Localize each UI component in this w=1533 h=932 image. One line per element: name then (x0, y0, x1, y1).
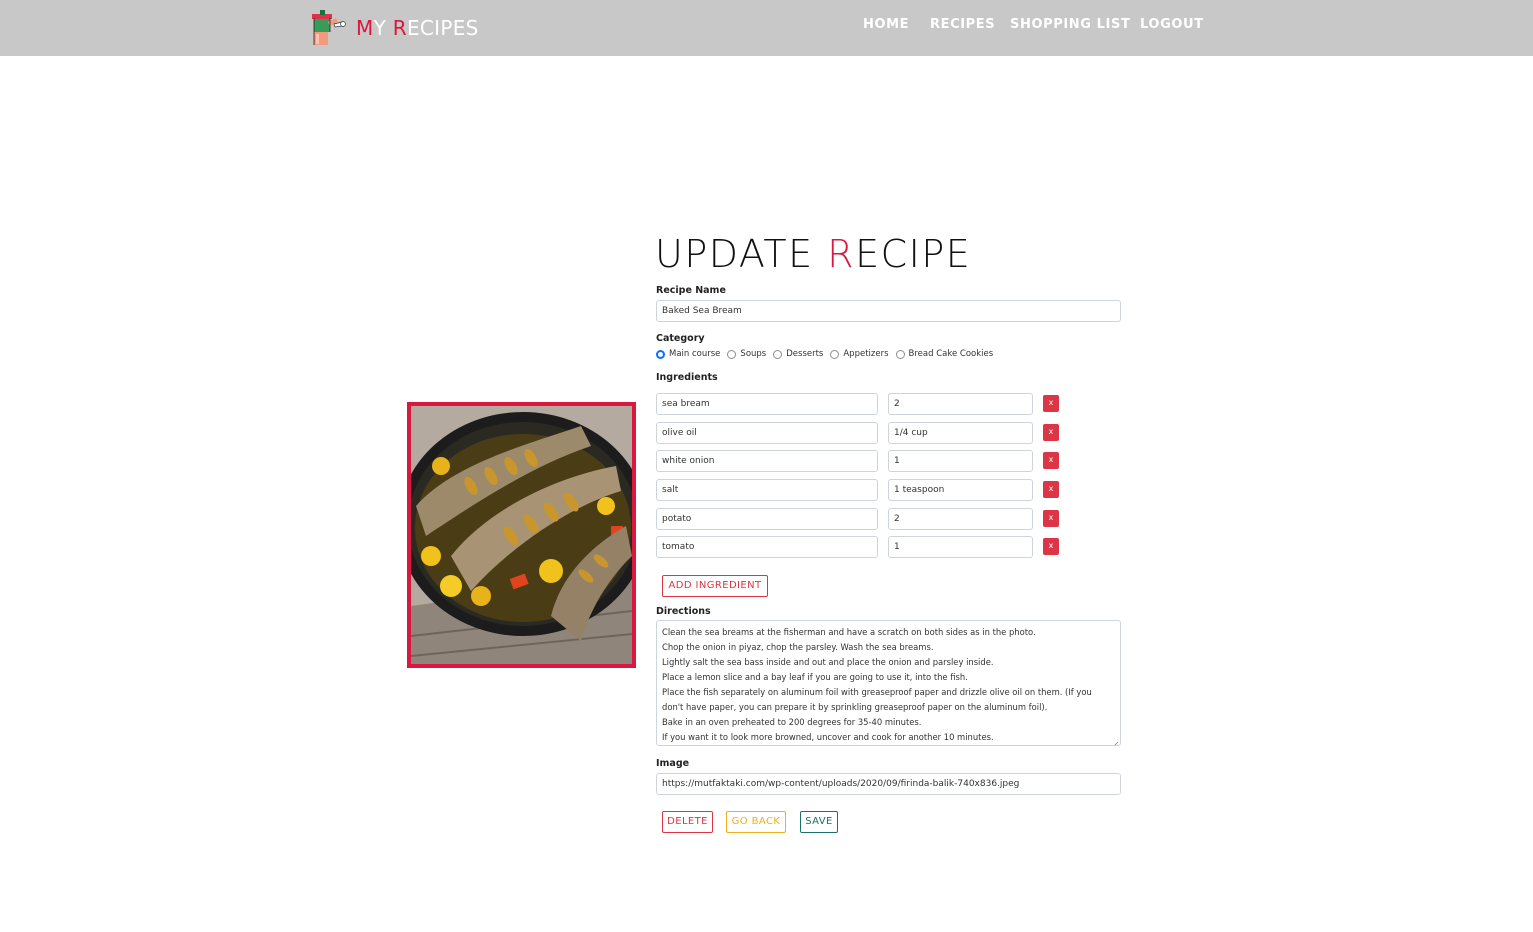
category-label: Category (656, 333, 705, 344)
recipe-name-label: Recipe Name (656, 285, 726, 296)
category-appetizers[interactable]: Appetizers (830, 349, 889, 359)
category-option-label: Desserts (786, 349, 824, 359)
directions-line: If you want it to look more browned, unc… (662, 732, 994, 742)
ingredient-amount-input[interactable]: 1 (888, 536, 1033, 558)
directions-label: Directions (656, 606, 711, 617)
nav-home[interactable]: HOME (863, 17, 909, 32)
directions-line: Place a lemon slice and a bay leaf if yo… (662, 672, 968, 682)
save-button[interactable]: SAVE (800, 811, 838, 833)
ingredients-label: Ingredients (656, 372, 718, 383)
page-title: UPDATE RECIPE (655, 232, 971, 276)
category-soups[interactable]: Soups (727, 349, 766, 359)
ingredient-name-input[interactable]: white onion (656, 450, 878, 472)
directions-line: Chop the onion in piyaz, chop the parsle… (662, 642, 934, 652)
radio-checked-icon[interactable] (656, 349, 665, 359)
radio-unchecked-icon[interactable] (727, 349, 737, 359)
remove-ingredient-button[interactable]: x (1043, 510, 1059, 527)
title-start: UPDATE (655, 232, 828, 276)
add-ingredient-button[interactable]: ADD INGREDIENT (662, 575, 768, 597)
category-desserts[interactable]: Desserts (773, 349, 823, 359)
recipe-image (407, 402, 636, 668)
nav-recipes[interactable]: RECIPES (930, 17, 995, 32)
recipe-name-input[interactable]: Baked Sea Bream (656, 300, 1121, 322)
category-main-course[interactable]: Main course (656, 349, 720, 359)
directions-line: don't have paper, you can prepare it by … (662, 702, 1048, 712)
nav-links: HOME RECIPES SHOPPING LIST LOGOUT (0, 17, 1533, 37)
remove-ingredient-button[interactable]: x (1043, 424, 1059, 441)
image-url-input[interactable]: https://mutfaktaki.com/wp-content/upload… (656, 773, 1121, 795)
ingredient-name-input[interactable]: tomato (656, 536, 878, 558)
remove-ingredient-button[interactable]: x (1043, 538, 1059, 555)
radio-unchecked-icon[interactable] (830, 349, 840, 359)
ingredient-name-input[interactable]: potato (656, 508, 878, 530)
nav-shopping-list[interactable]: SHOPPING LIST (1010, 17, 1130, 32)
ingredient-name-input[interactable]: olive oil (656, 422, 878, 444)
radio-unchecked-icon[interactable] (895, 349, 905, 359)
nav-logout[interactable]: LOGOUT (1140, 17, 1204, 32)
ingredient-amount-input[interactable]: 1/4 cup (888, 422, 1033, 444)
ingredient-amount-input[interactable]: 2 (888, 508, 1033, 530)
delete-button[interactable]: DELETE (662, 811, 713, 833)
ingredient-amount-input[interactable]: 2 (888, 393, 1033, 415)
title-accent: R (827, 232, 856, 276)
ingredient-amount-input[interactable]: 1 (888, 450, 1033, 472)
resize-grip-icon[interactable] (1111, 736, 1119, 745)
category-option-label: Soups (740, 349, 767, 359)
directions-line: Clean the sea breams at the fisherman an… (662, 627, 1036, 637)
remove-ingredient-button[interactable]: x (1043, 452, 1059, 469)
category-radio-group: Main course Soups Desserts Appetizers Br… (656, 348, 1000, 360)
directions-line: Place the fish separately on aluminum fo… (662, 687, 1092, 697)
ingredient-name-input[interactable]: salt (656, 479, 878, 501)
radio-unchecked-icon[interactable] (773, 349, 783, 359)
remove-ingredient-button[interactable]: x (1043, 395, 1059, 412)
image-label: Image (656, 758, 690, 769)
directions-textarea[interactable]: Clean the sea breams at the fisherman an… (656, 620, 1121, 746)
category-option-label: Main course (669, 349, 721, 359)
go-back-button[interactable]: GO BACK (726, 811, 786, 833)
ingredient-amount-input[interactable]: 1 teaspoon (888, 479, 1033, 501)
ingredient-name-input[interactable]: sea bream (656, 393, 878, 415)
category-bread-cake-cookies[interactable]: Bread Cake Cookies (895, 349, 994, 359)
category-option-label: Appetizers (843, 349, 889, 359)
directions-line: Lightly salt the sea bass inside and out… (662, 657, 994, 667)
category-option-label: Bread Cake Cookies (908, 349, 994, 359)
directions-line: Bake in an oven preheated to 200 degrees… (662, 717, 922, 727)
title-end: ECIPE (855, 232, 972, 276)
top-navbar: MY RECIPES HOME RECIPES SHOPPING LIST LO… (0, 0, 1533, 56)
remove-ingredient-button[interactable]: x (1043, 481, 1059, 498)
